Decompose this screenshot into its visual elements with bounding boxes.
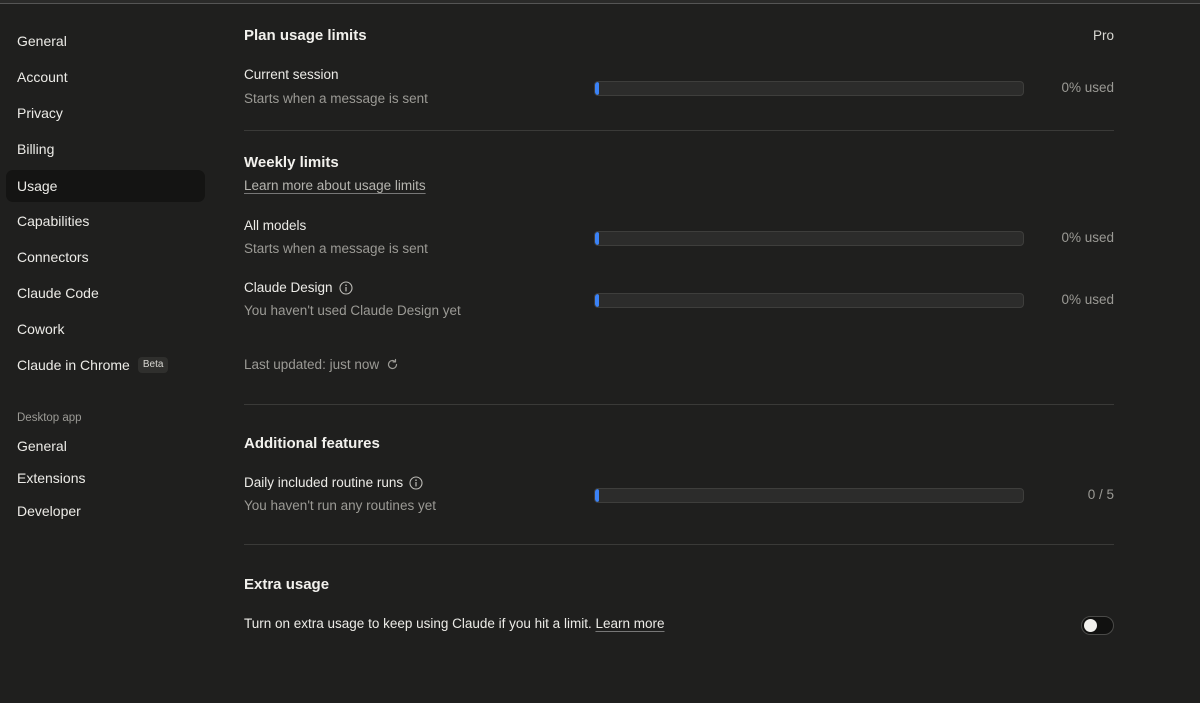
sidebar-item-claude-in-chrome[interactable]: Claude in Chrome Beta — [6, 349, 205, 381]
plan-name: Pro — [1092, 28, 1114, 43]
sidebar-item-developer[interactable]: Developer — [6, 495, 205, 527]
progress-fill — [595, 294, 599, 307]
sidebar-item-cowork[interactable]: Cowork — [6, 313, 205, 345]
all-models-label: All models — [244, 218, 307, 233]
routine-runs-label: Daily included routine runs — [244, 475, 404, 490]
current-session-subtext: Starts when a message is sent — [244, 91, 428, 106]
weekly-limits-title: Weekly limits — [244, 154, 339, 171]
section-divider — [244, 130, 1114, 131]
sidebar-item-label: Billing — [17, 141, 55, 157]
sidebar-item-label: General — [17, 33, 67, 49]
extra-usage-learn-more-link[interactable]: Learn more — [595, 616, 664, 631]
routine-runs-row-label: Daily included routine runs — [244, 475, 423, 490]
last-updated-text: Last updated: just now — [244, 357, 380, 372]
progress-fill — [595, 82, 599, 95]
desktop-app-section-label: Desktop app — [17, 412, 82, 424]
current-session-label: Current session — [244, 67, 339, 82]
sidebar-item-connectors[interactable]: Connectors — [6, 241, 205, 273]
all-models-subtext: Starts when a message is sent — [244, 241, 428, 256]
extra-usage-description: Turn on extra usage to keep using Claude… — [244, 616, 596, 631]
sidebar-item-billing[interactable]: Billing — [6, 133, 205, 165]
sidebar-item-privacy[interactable]: Privacy — [6, 97, 205, 129]
all-models-percent: 0% used — [1061, 230, 1114, 245]
sidebar-item-label: Privacy — [17, 105, 63, 121]
additional-features-title: Additional features — [244, 435, 380, 452]
claude-design-label: Claude Design — [244, 280, 333, 295]
claude-design-percent: 0% used — [1061, 292, 1114, 307]
last-updated-row: Last updated: just now — [244, 357, 399, 372]
usage-settings-panel: Plan usage limits Pro Current session St… — [244, 0, 1114, 703]
sidebar-item-label: Capabilities — [17, 213, 90, 229]
routine-runs-progress-bar — [594, 488, 1024, 503]
sidebar-item-desktop-general[interactable]: General — [6, 430, 205, 462]
all-models-progress-bar — [594, 231, 1024, 246]
info-icon[interactable] — [409, 475, 423, 490]
info-icon[interactable] — [339, 280, 353, 295]
current-session-progress-bar — [594, 81, 1024, 96]
current-session-percent: 0% used — [1061, 80, 1114, 95]
section-divider — [244, 404, 1114, 405]
sidebar-item-label: Connectors — [17, 249, 89, 265]
toggle-knob — [1084, 619, 1097, 632]
routine-runs-count: 0 / 5 — [1087, 487, 1114, 502]
progress-fill — [595, 489, 599, 502]
progress-fill — [595, 232, 599, 245]
sidebar-item-label: Claude in Chrome — [17, 357, 130, 373]
beta-badge: Beta — [137, 357, 169, 373]
sidebar-item-label: Cowork — [17, 321, 65, 337]
sidebar-item-label: Account — [17, 69, 68, 85]
extra-usage-toggle[interactable] — [1081, 616, 1114, 635]
sidebar-item-label: Usage — [17, 178, 58, 194]
section-divider — [244, 544, 1114, 545]
sidebar-item-usage[interactable]: Usage — [6, 170, 205, 202]
sidebar-item-label: Claude Code — [17, 285, 99, 301]
extra-usage-title: Extra usage — [244, 576, 330, 593]
sidebar-item-capabilities[interactable]: Capabilities — [6, 205, 205, 237]
sidebar-item-label: General — [17, 438, 67, 454]
sidebar-item-label: Developer — [17, 503, 81, 519]
sidebar-item-label: Extensions — [17, 470, 86, 486]
plan-usage-title: Plan usage limits — [244, 27, 367, 44]
routine-runs-subtext: You haven't run any routines yet — [244, 498, 436, 513]
sidebar-item-claude-code[interactable]: Claude Code — [6, 277, 205, 309]
claude-design-subtext: You haven't used Claude Design yet — [244, 303, 461, 318]
sidebar-item-general[interactable]: General — [6, 25, 205, 57]
sidebar-item-extensions[interactable]: Extensions — [6, 462, 205, 494]
claude-design-row-label: Claude Design — [244, 280, 353, 295]
sidebar-item-account[interactable]: Account — [6, 61, 205, 93]
claude-design-progress-bar — [594, 293, 1024, 308]
learn-more-usage-limits-link[interactable]: Learn more about usage limits — [244, 178, 426, 193]
extra-usage-description-row: Turn on extra usage to keep using Claude… — [244, 616, 665, 631]
refresh-icon[interactable] — [386, 358, 399, 371]
